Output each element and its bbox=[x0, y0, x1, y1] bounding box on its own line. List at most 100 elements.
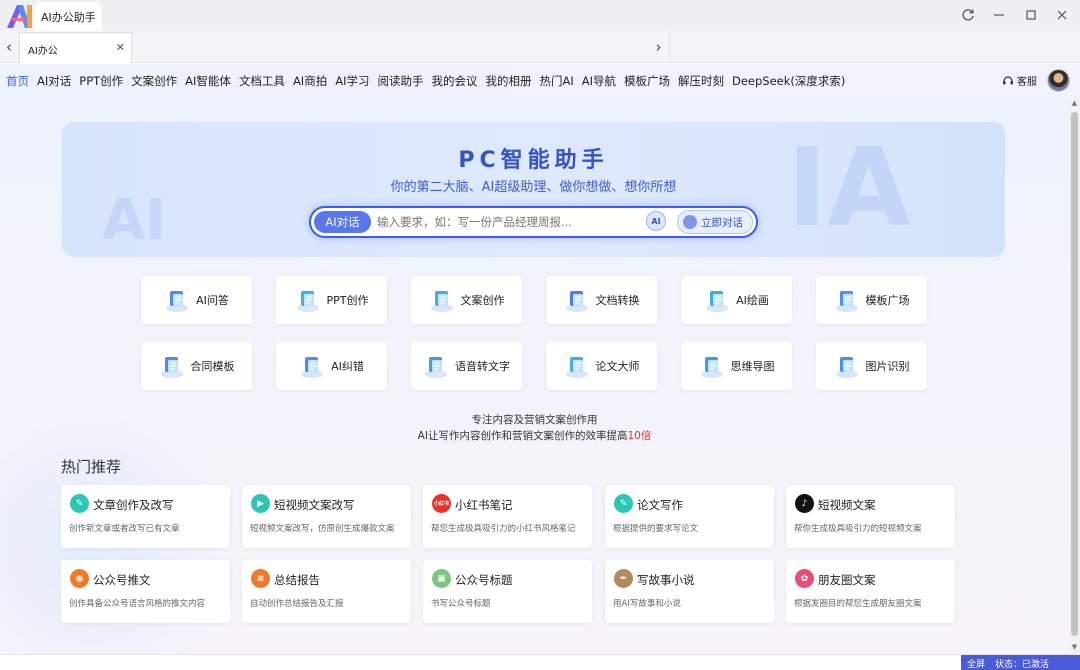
nav-item-album[interactable]: 我的相册 bbox=[482, 73, 534, 89]
rec-card-video-rewrite[interactable]: ▶ 短视频文案改写 短视频文案改写，仿原创生成爆款文案 bbox=[242, 485, 411, 548]
refresh-icon[interactable] bbox=[957, 4, 979, 26]
rec-card-wechat-article[interactable]: ◉ 公众号推文 创作具备公众号语言风格的推文内容 bbox=[61, 560, 230, 623]
activation-status: 状态：已激活 bbox=[995, 659, 1050, 670]
tab-ai-office[interactable]: AI办公 ✕ bbox=[19, 32, 132, 63]
robot-icon bbox=[683, 215, 697, 229]
tool-doc-convert[interactable]: 文档转换 bbox=[546, 276, 657, 324]
nav-item-doc-tools[interactable]: 文档工具 bbox=[236, 73, 288, 89]
tool-ppt[interactable]: PPT创作 bbox=[276, 276, 387, 324]
tool-label: AI绘画 bbox=[736, 294, 769, 307]
nav-item-meetings[interactable]: 我的会议 bbox=[428, 73, 480, 89]
tagline-line2-text: AI让写作内容创作和营销文案创作的效率提高 bbox=[417, 430, 628, 442]
painting-icon bbox=[704, 287, 730, 313]
start-chat-button[interactable]: 立即对话 bbox=[677, 210, 753, 234]
tool-copywriting[interactable]: 文案创作 bbox=[411, 276, 522, 324]
microphone-icon bbox=[423, 353, 449, 379]
rec-card-wechat-title[interactable]: ▣ 公众号标题 书写公众号标题 bbox=[423, 560, 592, 623]
nav-item-templates[interactable]: 模板广场 bbox=[621, 73, 673, 89]
nav-item-hot-ai[interactable]: 热门AI bbox=[536, 73, 576, 89]
scroll-down-icon[interactable]: ▼ bbox=[1069, 643, 1080, 653]
tool-image-recognition[interactable]: 图片识别 bbox=[816, 342, 927, 390]
tool-ai-painting[interactable]: AI绘画 bbox=[681, 276, 792, 324]
rec-title: 写故事小说 bbox=[637, 573, 695, 587]
ai-send-icon[interactable]: AI bbox=[646, 211, 666, 231]
minimize-icon[interactable] bbox=[988, 4, 1010, 26]
douyin-icon: ♪ bbox=[795, 494, 814, 513]
start-chat-label: 立即对话 bbox=[701, 216, 743, 229]
tool-speech-to-text[interactable]: 语音转文字 bbox=[411, 342, 522, 390]
rec-card-report[interactable]: ≡ 总结报告 自动创作总结报告及汇报 bbox=[242, 560, 411, 623]
document-convert-icon bbox=[564, 287, 590, 313]
rec-card-article[interactable]: ✎ 文章创作及改写 创作新文章或者改写已有文章 bbox=[61, 485, 230, 548]
tool-proofread[interactable]: AI纠错 bbox=[276, 342, 387, 390]
template-icon bbox=[834, 287, 860, 313]
scrollbar-thumb[interactable] bbox=[1071, 112, 1078, 636]
ppt-icon bbox=[295, 287, 321, 313]
tool-label: AI问答 bbox=[196, 294, 229, 307]
rec-card-paper[interactable]: ✎ 论文写作 根据提供的要求写论文 bbox=[605, 485, 774, 548]
vertical-scrollbar[interactable]: ▲ ▼ bbox=[1069, 98, 1080, 654]
hero-subtitle: 你的第二大脑、AI超级助理、做你想做、想你所想 bbox=[390, 180, 677, 195]
rec-desc: 帮你生成极具吸引力的短视频文案 bbox=[794, 524, 922, 534]
nav-item-ai-chat[interactable]: AI对话 bbox=[34, 73, 74, 89]
wechat-article-icon: ◉ bbox=[70, 569, 89, 588]
tool-paper-master[interactable]: 论文大师 bbox=[546, 342, 657, 390]
rec-desc: 用AI写故事和小说 bbox=[613, 599, 681, 609]
rec-desc: 根据提供的要求写论文 bbox=[613, 524, 699, 534]
nav-item-ppt[interactable]: PPT创作 bbox=[76, 73, 126, 89]
tab-close-icon[interactable]: ✕ bbox=[116, 41, 125, 54]
top-nav: 首页 AI对话 PPT创作 文案创作 AI智能体 文档工具 AI商拍 AI学习 … bbox=[0, 64, 1080, 98]
tagline-highlight: 10倍 bbox=[627, 430, 652, 442]
customer-service-label: 客服 bbox=[1017, 77, 1037, 88]
hero-title: PC智能助手 bbox=[458, 148, 609, 173]
nav-item-reading[interactable]: 阅读助手 bbox=[374, 73, 426, 89]
nav-item-relax[interactable]: 解压时刻 bbox=[675, 73, 727, 89]
search-mode-tag[interactable]: AI对话 bbox=[314, 211, 371, 233]
rec-card-story[interactable]: ✒ 写故事小说 用AI写故事和小说 bbox=[605, 560, 774, 623]
chevron-left-icon[interactable]: ‹ bbox=[0, 31, 18, 63]
qa-icon bbox=[164, 287, 190, 313]
close-icon[interactable] bbox=[1051, 4, 1073, 26]
search-input[interactable] bbox=[377, 212, 637, 232]
nav-item-deepseek[interactable]: DeepSeek(深度求索) bbox=[729, 73, 848, 89]
app-logo-icon bbox=[7, 5, 32, 28]
tool-template-square[interactable]: 模板广场 bbox=[816, 276, 927, 324]
article-icon: ✎ bbox=[70, 494, 89, 513]
main-content: AI IA PC智能助手 你的第二大脑、AI超级助理、做你想做、想你所想 AI对… bbox=[0, 98, 1069, 654]
tool-label: PPT创作 bbox=[326, 294, 369, 307]
tool-label: 论文大师 bbox=[595, 360, 640, 373]
rec-card-moments[interactable]: ✿ 朋友圈文案 根据发圈目的帮您生成朋友圈文案 bbox=[786, 560, 955, 623]
rec-title: 文章创作及改写 bbox=[93, 498, 174, 512]
nav-item-ai-learning[interactable]: AI学习 bbox=[332, 73, 372, 89]
avatar[interactable] bbox=[1047, 69, 1070, 92]
wechat-title-icon: ▣ bbox=[432, 569, 451, 588]
paper-icon bbox=[564, 353, 590, 379]
chevron-right-icon[interactable]: › bbox=[648, 31, 670, 63]
status-box: 全屏 状态：已激活 bbox=[961, 655, 1080, 670]
tool-contract[interactable]: 合同模板 bbox=[141, 342, 252, 390]
nav-item-ai-photo[interactable]: AI商拍 bbox=[290, 73, 330, 89]
moments-icon: ✿ bbox=[795, 569, 814, 588]
nav-item-copywriting[interactable]: 文案创作 bbox=[128, 73, 180, 89]
customer-service-button[interactable]: 客服 bbox=[1002, 73, 1037, 88]
nav-item-ai-agent[interactable]: AI智能体 bbox=[182, 73, 234, 89]
rec-desc: 书写公众号标题 bbox=[431, 599, 491, 609]
nav-item-home[interactable]: 首页 bbox=[3, 73, 32, 89]
rec-desc: 创作具备公众号语言风格的推文内容 bbox=[69, 599, 206, 609]
tool-label: 文档转换 bbox=[595, 294, 640, 307]
rec-title: 短视频文案改写 bbox=[274, 498, 355, 512]
nav-item-ai-nav[interactable]: AI导航 bbox=[579, 73, 619, 89]
tool-mindmap[interactable]: 思维导图 bbox=[681, 342, 792, 390]
tool-label: 合同模板 bbox=[190, 360, 235, 373]
rec-desc: 自动创作总结报告及汇报 bbox=[250, 599, 344, 609]
maximize-icon[interactable] bbox=[1020, 4, 1042, 26]
search-bar: AI对话 AI 立即对话 bbox=[309, 206, 758, 238]
tool-ai-qa[interactable]: AI问答 bbox=[141, 276, 252, 324]
fullscreen-button[interactable]: 全屏 bbox=[967, 657, 985, 670]
rec-title: 论文写作 bbox=[637, 498, 683, 512]
rec-card-short-video[interactable]: ♪ 短视频文案 帮你生成极具吸引力的短视频文案 bbox=[786, 485, 955, 548]
scroll-up-icon[interactable]: ▲ bbox=[1069, 99, 1080, 109]
tab-strip: ‹ AI办公 ✕ › bbox=[0, 31, 1080, 63]
rec-card-xiaohongshu[interactable]: 小红书 小红书笔记 帮您生成极具吸引力的小红书风格笔记 bbox=[423, 485, 592, 548]
tool-label: AI纠错 bbox=[331, 360, 364, 373]
